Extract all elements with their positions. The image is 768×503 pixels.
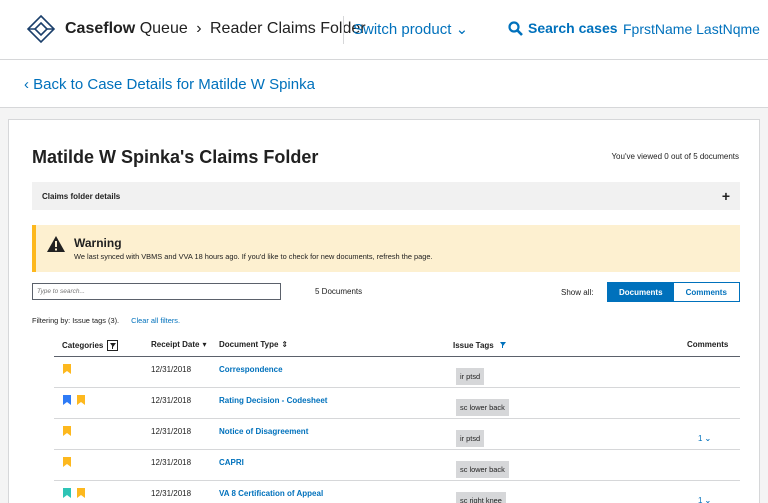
sort-icon: ⇕ bbox=[281, 340, 289, 349]
caseflow-logo-icon bbox=[26, 14, 56, 44]
category-flags bbox=[63, 488, 85, 498]
claims-folder-details-accordion[interactable]: Claims folder details + bbox=[32, 182, 740, 210]
chevron-left-icon: ‹ bbox=[24, 76, 29, 93]
issue-tags-filter-icon[interactable] bbox=[498, 340, 509, 351]
document-type-link[interactable]: Rating Decision - Codesheet bbox=[219, 396, 327, 405]
bookmark-icon bbox=[77, 488, 85, 498]
issue-tag: sc right knee bbox=[456, 492, 506, 503]
receipt-date-cell: 12/31/2018 bbox=[151, 427, 192, 436]
view-toggle: Documents Comments bbox=[607, 282, 740, 302]
comments-toggle-button[interactable]: Comments bbox=[673, 283, 739, 301]
back-to-case-details-link[interactable]: ‹ Back to Case Details for Matilde W Spi… bbox=[24, 76, 315, 93]
category-flags bbox=[63, 426, 71, 436]
filter-summary-text: Filtering by: Issue tags (3). bbox=[32, 316, 120, 325]
issue-tag: ir ptsd bbox=[456, 368, 485, 385]
document-type-link[interactable]: Correspondence bbox=[219, 365, 283, 374]
claims-folder-details-label: Claims folder details bbox=[42, 192, 121, 201]
show-all-label: Show all: bbox=[561, 288, 594, 297]
category-flags bbox=[63, 364, 71, 374]
comments-header-label: Comments bbox=[687, 340, 729, 349]
search-cases-label: Search cases bbox=[528, 20, 618, 36]
table-header-divider bbox=[54, 356, 740, 357]
bookmark-icon bbox=[63, 488, 71, 498]
switch-product-label: Switch product bbox=[353, 21, 452, 38]
app-breadcrumb: Caseflow Queue › Reader Claims Folder bbox=[65, 20, 366, 38]
document-type-link[interactable]: Notice of Disagreement bbox=[219, 427, 308, 436]
comments-toggle[interactable]: 1 ⌄ bbox=[698, 496, 711, 503]
row-divider bbox=[54, 387, 740, 388]
receipt-date-header[interactable]: Receipt Date ▾ bbox=[151, 340, 206, 349]
header-divider bbox=[343, 16, 344, 44]
back-bar: ‹ Back to Case Details for Matilde W Spi… bbox=[0, 60, 768, 108]
row-divider bbox=[54, 480, 740, 481]
viewed-count: You've viewed 0 out of 5 documents bbox=[611, 152, 739, 161]
comments-header: Comments bbox=[687, 340, 728, 349]
comment-count: 1 bbox=[698, 434, 703, 443]
categories-header-label: Categories bbox=[62, 341, 104, 350]
comments-toggle[interactable]: 1 ⌄ bbox=[698, 434, 711, 443]
chevron-right-icon: › bbox=[196, 20, 202, 37]
brand-name: Caseflow bbox=[65, 20, 136, 37]
app-name: Queue bbox=[139, 20, 188, 37]
comment-count: 1 bbox=[698, 496, 703, 503]
warning-title: Warning bbox=[74, 236, 122, 250]
user-menu[interactable]: FprstName LastNqme bbox=[623, 21, 760, 37]
documents-toggle-button[interactable]: Documents bbox=[608, 283, 674, 301]
row-divider bbox=[54, 449, 740, 450]
receipt-date-cell: 12/31/2018 bbox=[151, 458, 192, 467]
filter-summary: Filtering by: Issue tags (3). Clear all … bbox=[32, 316, 180, 325]
category-flags bbox=[63, 395, 85, 405]
issue-tags-header-label: Issue Tags bbox=[453, 341, 494, 350]
warning-text: We last synced with VBMS and VVA 18 hour… bbox=[74, 252, 433, 261]
top-navigation-bar: Caseflow Queue › Reader Claims Folder Sw… bbox=[0, 0, 768, 60]
document-search-input[interactable] bbox=[32, 283, 281, 300]
category-flags bbox=[63, 457, 71, 467]
search-cases-link[interactable]: Search cases bbox=[508, 20, 618, 36]
document-type-link[interactable]: VA 8 Certification of Appeal bbox=[219, 489, 323, 498]
row-divider bbox=[54, 418, 740, 419]
receipt-date-header-label: Receipt Date bbox=[151, 340, 200, 349]
document-count: 5 Documents bbox=[315, 287, 363, 296]
issue-tag: sc lower back bbox=[456, 461, 509, 478]
warning-icon bbox=[47, 236, 65, 252]
switch-product-dropdown[interactable]: Switch product ⌄ bbox=[353, 20, 468, 38]
chevron-down-icon: ⌄ bbox=[455, 21, 469, 38]
document-type-header[interactable]: Document Type ⇕ bbox=[219, 340, 288, 349]
bookmark-icon bbox=[63, 457, 71, 467]
bookmark-icon bbox=[63, 364, 71, 374]
receipt-date-cell: 12/31/2018 bbox=[151, 396, 192, 405]
issue-tag: sc lower back bbox=[456, 399, 509, 416]
issue-tags-header: Issue Tags bbox=[453, 340, 509, 351]
claims-folder-card: Matilde W Spinka's Claims Folder You've … bbox=[8, 119, 760, 503]
document-type-link[interactable]: CAPRI bbox=[219, 458, 244, 467]
document-type-header-label: Document Type bbox=[219, 340, 279, 349]
issue-tag: ir ptsd bbox=[456, 430, 485, 447]
back-link-label: Back to Case Details for Matilde W Spink… bbox=[33, 76, 315, 93]
expand-icon[interactable]: + bbox=[722, 188, 730, 204]
clear-filters-link[interactable]: Clear all filters. bbox=[131, 316, 180, 325]
receipt-date-cell: 12/31/2018 bbox=[151, 365, 192, 374]
categories-filter-icon[interactable] bbox=[107, 340, 119, 351]
warning-alert: Warning We last synced with VBMS and VVA… bbox=[32, 225, 740, 272]
page-title: Matilde W Spinka's Claims Folder bbox=[32, 147, 319, 167]
receipt-date-cell: 12/31/2018 bbox=[151, 489, 192, 498]
chevron-down-icon: ⌄ bbox=[704, 434, 712, 443]
chevron-down-icon: ⌄ bbox=[704, 496, 712, 503]
sort-desc-icon: ▾ bbox=[202, 340, 207, 349]
categories-header: Categories bbox=[62, 340, 119, 351]
bookmark-icon bbox=[63, 395, 71, 405]
bookmark-icon bbox=[77, 395, 85, 405]
bookmark-icon bbox=[63, 426, 71, 436]
search-icon bbox=[508, 20, 523, 36]
